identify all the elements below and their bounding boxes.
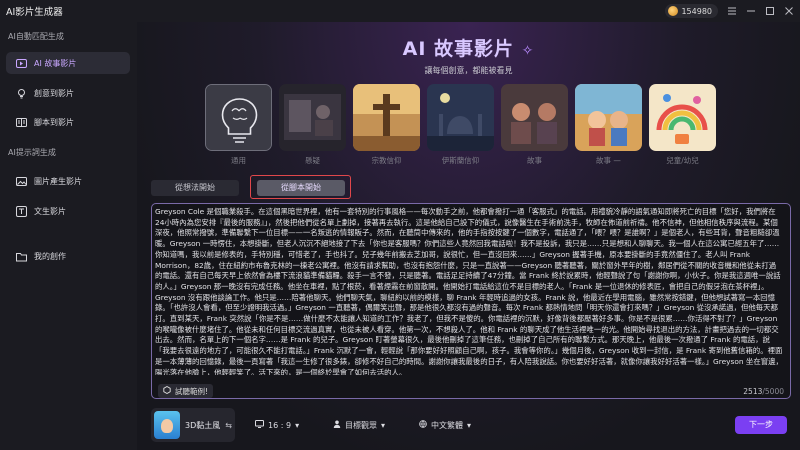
maximize-icon[interactable]: [765, 6, 775, 16]
sidebar-item-label: 創意到影片: [34, 88, 74, 98]
sidebar-item-label: 文生影片: [34, 206, 66, 216]
sidebar-item-label: 腳本到影片: [34, 117, 74, 127]
app-title: AI影片生成器: [6, 7, 63, 18]
audience-select[interactable]: 目標觀眾 ▾: [333, 418, 385, 432]
template-card-story-2[interactable]: [575, 84, 642, 151]
sidebar-group-auto: AI自動匹配生成: [8, 32, 64, 41]
template-label: 兒童/幼兒: [666, 156, 699, 165]
template-card-general[interactable]: [205, 84, 272, 151]
template-card-story[interactable]: [501, 84, 568, 151]
swap-icon[interactable]: ⇆: [225, 421, 232, 430]
page-subtitle: 讓每個創意，都能被看見: [424, 66, 513, 75]
text-icon: [16, 205, 27, 217]
template-label: 故事 —: [596, 156, 621, 165]
suspense-thumbnail: [279, 84, 346, 151]
sidebar-item-script[interactable]: 腳本到影片: [6, 111, 130, 133]
char-counter: 2513/5000: [743, 387, 784, 396]
style-name: 3D黏土風: [185, 420, 221, 430]
page-title: AI 故事影片 ✧: [137, 34, 800, 61]
kids-thumbnail: [575, 84, 642, 151]
sidebar: AI自動匹配生成 AI 故事影片 創意到影片 腳本到影片 AI提示詞生成 圖片產…: [0, 22, 137, 450]
template-labels: 通用 懸疑 宗教信仰 伊斯蘭信仰 故事 故事 — 兒童/幼兒: [205, 22, 716, 165]
aspect-ratio-value: 16 : 9: [268, 420, 292, 430]
story-thumbnail: [501, 84, 568, 151]
style-avatar: [154, 411, 180, 439]
person-icon: [333, 420, 341, 430]
try-example-label: 試聽範例!: [175, 386, 209, 396]
template-label: 宗教信仰: [371, 156, 402, 165]
next-button[interactable]: 下一步: [735, 416, 787, 434]
template-label: 故事: [527, 156, 542, 165]
sidebar-group-prompt: AI提示詞生成: [8, 148, 56, 157]
script-editor[interactable]: Greyson Cole 是個職業殺手。在這個黑暗世界裡，他有一套特別的行事風格…: [151, 203, 791, 399]
language-value: 中文繁體: [431, 420, 463, 430]
page-title-text: AI 故事影片: [402, 38, 515, 60]
template-card-suspense[interactable]: [279, 84, 346, 151]
source-tabs: 從想法開始 從腳本開始: [151, 175, 791, 199]
rainbow-thumbnail: [649, 84, 716, 151]
main-panel: AI 故事影片 ✧ 讓每個創意，都能被看見 通用 懸疑 宗教信仰 伊斯蘭信仰 故…: [137, 22, 800, 450]
monitor-icon: [255, 420, 264, 430]
mosque-thumbnail: [427, 84, 494, 151]
cube-icon: [163, 385, 171, 396]
coin-balance[interactable]: 154980: [665, 4, 718, 18]
script-icon: [16, 117, 27, 128]
chevron-down-icon: ▾: [295, 420, 300, 430]
sidebar-item-label: 我的創作: [34, 251, 66, 261]
title-bar: AI影片生成器 154980: [0, 0, 800, 22]
tab-from-idea[interactable]: 從想法開始: [151, 180, 239, 196]
sidebar-item-image-to-video[interactable]: 圖片產生影片: [6, 170, 130, 192]
template-cards: [205, 84, 716, 151]
template-label: 懸疑: [305, 156, 320, 165]
char-count-max: /5000: [762, 387, 784, 396]
coin-count: 154980: [681, 6, 712, 16]
language-select[interactable]: 中文繁體 ▾: [419, 418, 471, 432]
minimize-icon[interactable]: [746, 6, 756, 16]
sidebar-item-label: 圖片產生影片: [34, 176, 82, 186]
sidebar-item-label: AI 故事影片: [34, 58, 77, 68]
char-count-value: 2513: [743, 387, 763, 396]
chevron-down-icon: ▾: [381, 420, 386, 430]
audience-label: 目標觀眾: [345, 420, 377, 430]
close-icon[interactable]: [784, 6, 794, 16]
sidebar-item-ai-story[interactable]: AI 故事影片: [6, 52, 130, 74]
bottom-toolbar: 3D黏土風 ⇆ 16 : 9 ▾ 目標觀眾 ▾ 中文繁體 ▾ 下一步: [151, 408, 791, 442]
menu-icon[interactable]: [727, 6, 737, 16]
sparkle-icon: [16, 58, 27, 69]
sidebar-item-text-to-video[interactable]: 文生影片: [6, 200, 130, 222]
tab-highlight-box: [250, 175, 351, 199]
script-textarea[interactable]: Greyson Cole 是個職業殺手。在這個黑暗世界裡，他有一套特別的行事風格…: [155, 207, 783, 375]
sidebar-item-my-creations[interactable]: 我的創作: [6, 245, 130, 267]
cross-thumbnail: [353, 84, 420, 151]
template-card-islam[interactable]: [427, 84, 494, 151]
aspect-ratio-select[interactable]: 16 : 9 ▾: [255, 418, 299, 432]
image-icon: [16, 176, 27, 187]
try-example-button[interactable]: 試聽範例!: [158, 384, 214, 398]
template-card-children[interactable]: [649, 84, 716, 151]
template-label: 通用: [231, 156, 246, 165]
template-label: 伊斯蘭信仰: [441, 156, 480, 165]
chevron-down-icon: ▾: [467, 420, 472, 430]
style-selector[interactable]: 3D黏土風 ⇆: [151, 408, 235, 442]
brain-bulb-icon: [206, 85, 271, 150]
folder-icon: [16, 251, 27, 262]
wand-icon: ✧: [521, 43, 535, 59]
sidebar-item-idea[interactable]: 創意到影片: [6, 82, 130, 104]
bulb-icon: [16, 88, 27, 99]
template-card-religion[interactable]: [353, 84, 420, 151]
coin-icon: [668, 6, 679, 16]
globe-icon: [419, 420, 427, 430]
